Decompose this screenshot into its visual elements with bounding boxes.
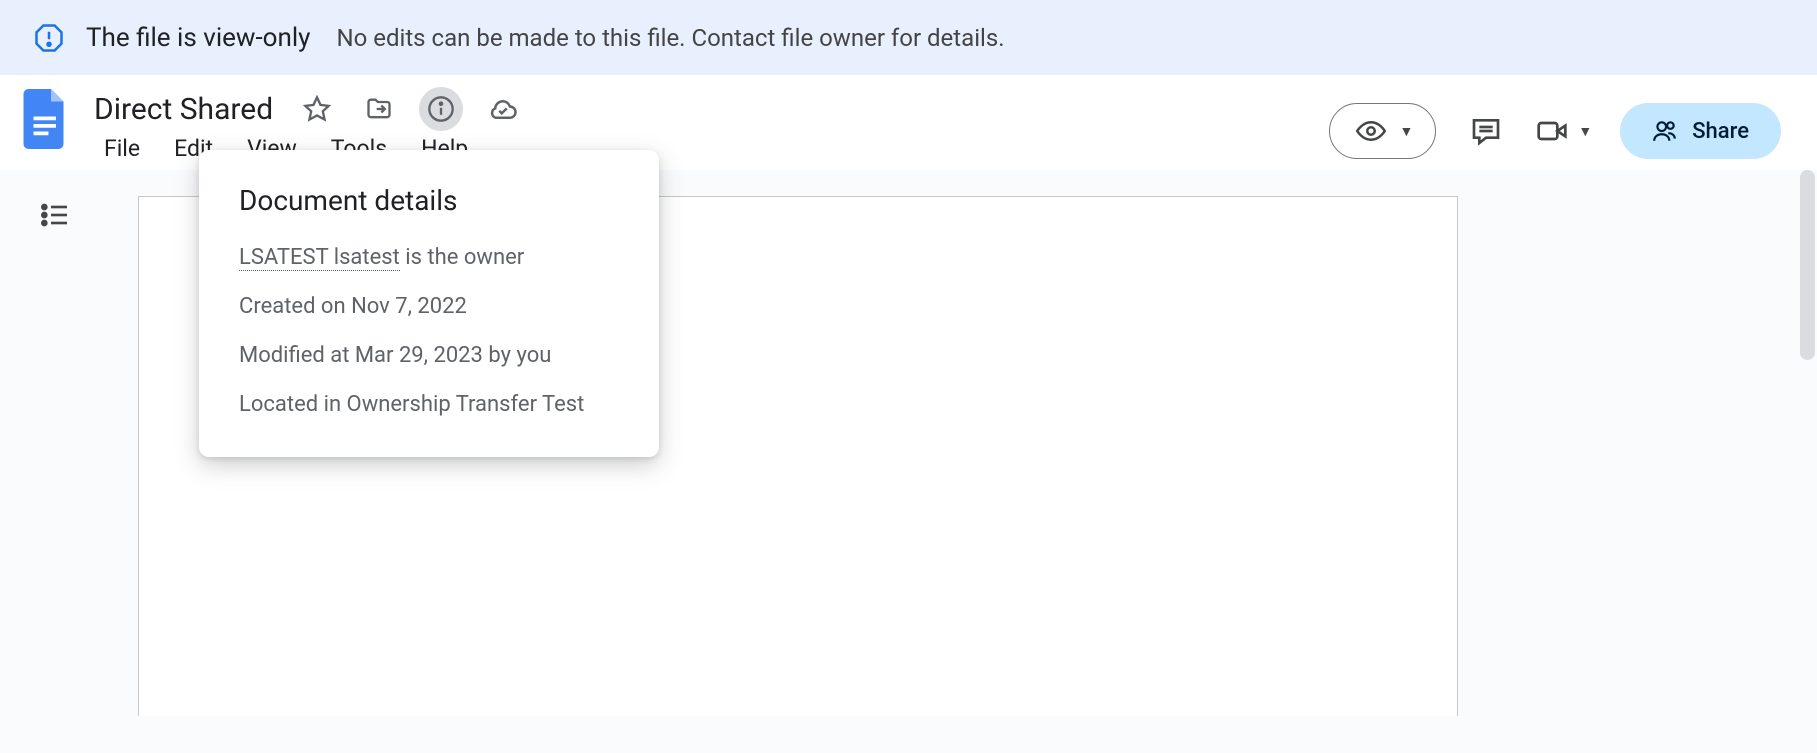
banner-message: No edits can be made to this file. Conta… (336, 24, 1004, 52)
comments-icon[interactable] (1464, 109, 1508, 153)
info-icon[interactable] (419, 87, 463, 131)
document-title[interactable]: Direct Shared (90, 92, 277, 127)
popover-heading: Document details (239, 184, 619, 217)
chevron-down-icon: ▼ (1400, 123, 1414, 140)
video-call-button[interactable]: ▼ (1536, 115, 1592, 147)
docs-logo[interactable] (20, 87, 72, 151)
cloud-status-icon[interactable] (481, 87, 525, 131)
star-icon[interactable] (295, 87, 339, 131)
owner-name[interactable]: LSATEST lsatest (239, 245, 400, 271)
view-only-banner: The file is view-only No edits can be ma… (0, 0, 1817, 75)
outline-toggle[interactable] (30, 190, 80, 240)
people-icon (1652, 118, 1678, 144)
scrollbar-thumb[interactable] (1800, 170, 1815, 360)
created-line: Created on Nov 7, 2022 (239, 294, 619, 319)
document-details-popover: Document details LSATEST lsatest is the … (199, 150, 659, 457)
owner-line: LSATEST lsatest is the owner (239, 245, 619, 270)
video-icon (1536, 115, 1568, 147)
menu-file[interactable]: File (94, 133, 150, 164)
modified-line: Modified at Mar 29, 2023 by you (239, 343, 619, 368)
share-button[interactable]: Share (1620, 103, 1781, 159)
move-icon[interactable] (357, 87, 401, 131)
alert-icon (34, 23, 64, 53)
banner-title: The file is view-only (86, 23, 310, 53)
chevron-down-icon: ▼ (1578, 123, 1592, 140)
eye-icon (1356, 116, 1386, 146)
owner-suffix: is the owner (400, 245, 524, 270)
located-line: Located in Ownership Transfer Test (239, 392, 619, 417)
share-label: Share (1692, 119, 1749, 144)
view-mode-button[interactable]: ▼ (1329, 103, 1437, 159)
